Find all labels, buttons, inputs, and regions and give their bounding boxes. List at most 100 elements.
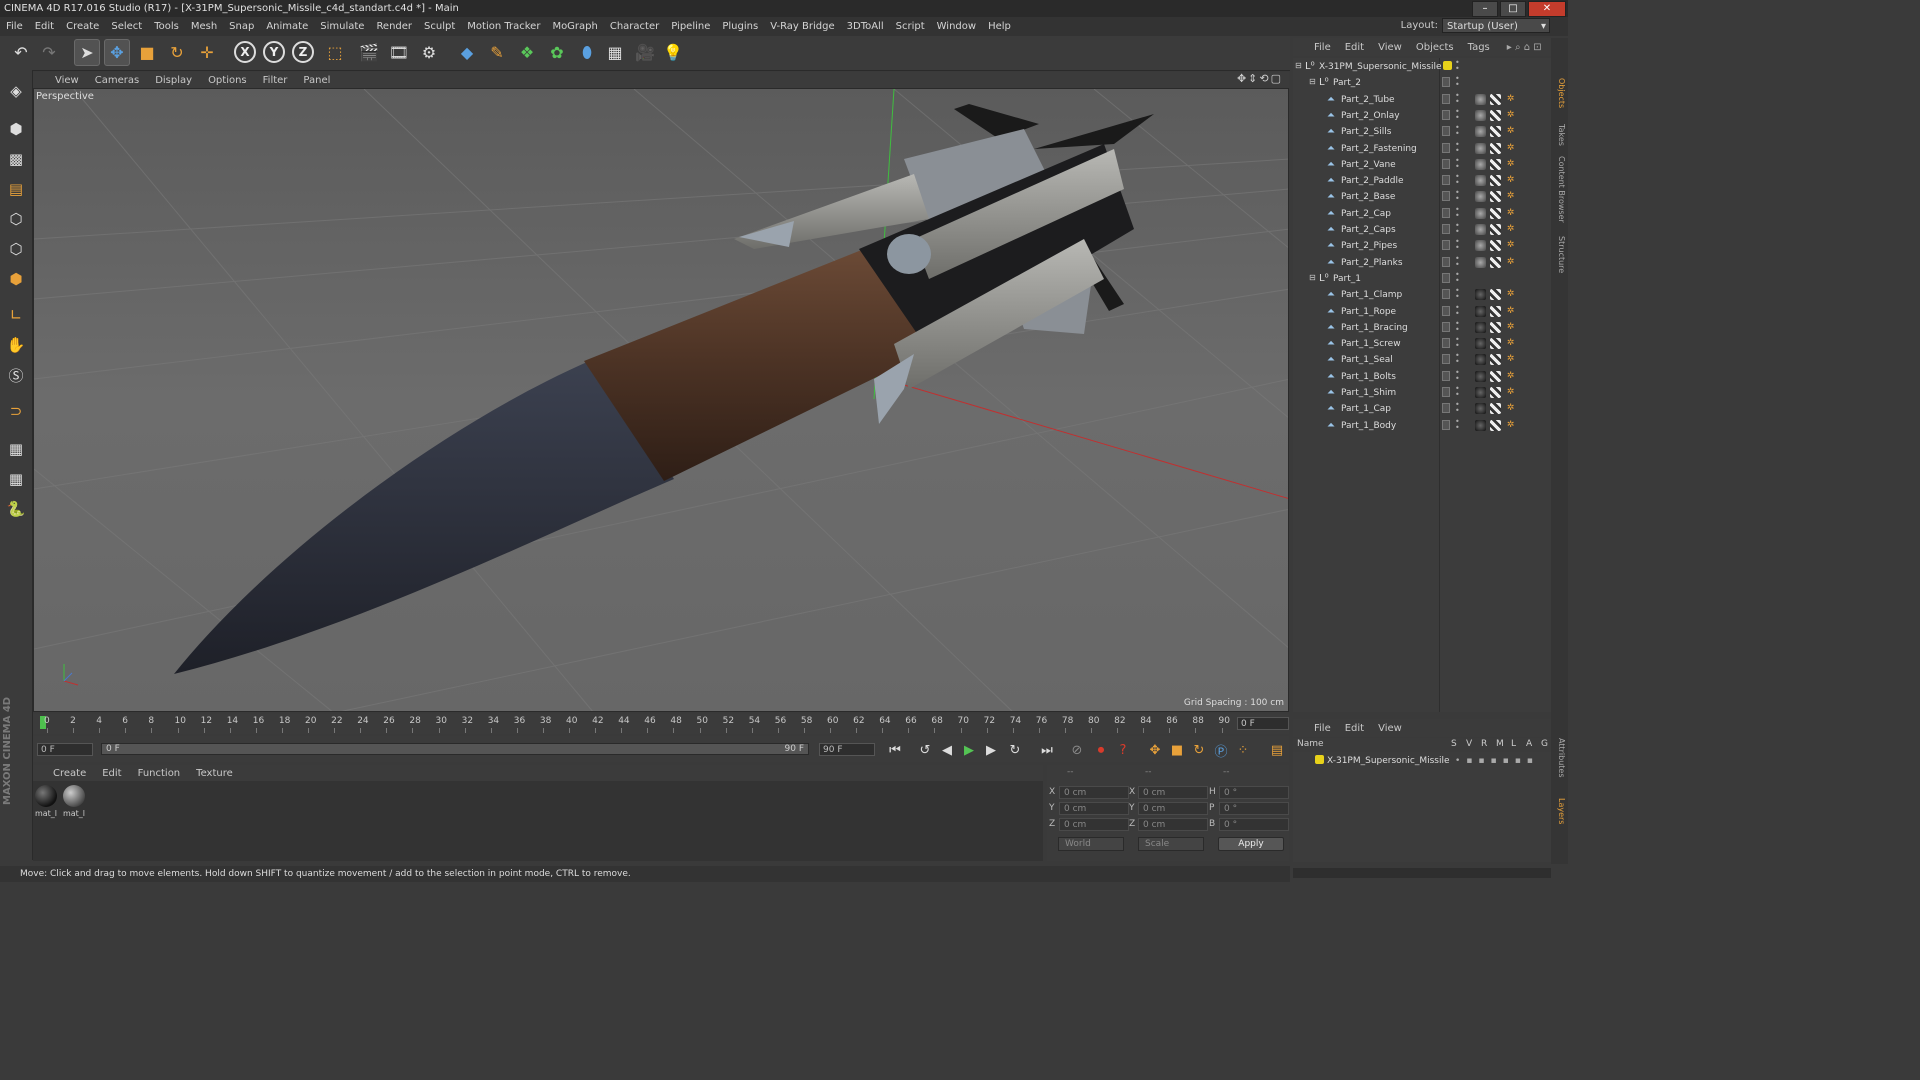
viewport-menu-item[interactable]: View [47,75,87,86]
menu-item[interactable]: V-Ray Bridge [764,21,840,32]
menu-item[interactable]: Select [105,21,148,32]
visibility-dots-icon[interactable]: • • [1455,401,1460,415]
phong-tag-icon[interactable]: ✲ [1505,322,1516,333]
visibility-dots-icon[interactable]: • • [1455,59,1460,73]
size-field[interactable]: 0 cm [1138,786,1208,799]
size-field[interactable]: 0 cm [1138,802,1208,815]
object-row[interactable]: ⏶ Part_2_Onlay • • ✲ [1293,107,1551,124]
display-tag-icon[interactable] [1442,109,1450,120]
start-frame-field[interactable]: 0 F [37,743,93,756]
tweak-mode-icon[interactable]: ✋ [3,332,29,358]
material-swatch[interactable]: mat_l [34,785,58,818]
uvw-tag-icon[interactable] [1490,370,1501,382]
object-row[interactable]: ⏶ Part_1_Seal • • ✲ [1293,352,1551,368]
object-row[interactable]: ⏶ Part_1_Rope • • ✲ [1293,303,1551,320]
prev-key-icon[interactable]: ↺ [915,740,935,760]
z-axis-button[interactable]: Z [292,41,314,63]
key-scale-icon[interactable]: ■ [1167,740,1187,760]
layer-color-icon[interactable] [1443,61,1452,70]
viewport-menu-item[interactable]: Options [200,75,255,86]
phong-tag-icon[interactable]: ✲ [1505,240,1516,251]
autokey-icon[interactable]: ? [1113,740,1133,760]
layout-select[interactable]: Startup (User) ▾ [1442,18,1550,33]
object-row[interactable]: ⏶ Part_1_Bolts • • ✲ [1293,368,1551,385]
material-tag-icon[interactable] [1475,126,1486,138]
material-tag-icon[interactable] [1475,321,1486,333]
material-tag-icon[interactable] [1475,419,1486,431]
object-row[interactable]: ⏶ Part_2_Pipes • • ✲ [1293,238,1551,254]
visibility-dots-icon[interactable]: • • [1455,156,1460,170]
visibility-dots-icon[interactable]: • • [1455,91,1460,105]
end-frame-field[interactable]: 90 F [819,743,875,756]
object-row[interactable]: ⏶ Part_2_Sills • • ✲ [1293,124,1551,140]
phong-tag-icon[interactable]: ✲ [1505,175,1516,186]
array-icon[interactable]: ✿ [544,39,570,66]
visibility-dots-icon[interactable]: • • [1455,124,1460,138]
phong-tag-icon[interactable]: ✲ [1505,208,1516,219]
material-tag-icon[interactable] [1475,158,1486,170]
visibility-dots-icon[interactable]: • • [1455,140,1460,154]
snap-icon[interactable]: Ⓢ [3,362,29,388]
uvw-tag-icon[interactable] [1490,419,1501,431]
minimize-button[interactable]: – [1472,1,1498,17]
scale-tool-icon[interactable]: ■ [134,39,160,66]
material-tag-icon[interactable] [1475,207,1486,219]
render-settings-icon[interactable]: ⚙ [416,39,442,66]
visibility-dots-icon[interactable]: • • [1455,238,1460,252]
menu-item[interactable]: Motion Tracker [461,21,546,32]
object-row[interactable]: ⏶ Part_1_Cap • • ✲ [1293,401,1551,417]
points-mode-icon[interactable]: ⬡ [3,206,29,232]
object-row[interactable]: ⏶ Part_2_Fastening • • ✲ [1293,140,1551,157]
uvw-tag-icon[interactable] [1490,224,1501,235]
material-menu-item[interactable]: Function [130,768,189,779]
phong-tag-icon[interactable]: ✲ [1505,338,1516,349]
object-row[interactable]: ⏶ Part_2_Vane • • ✲ [1293,156,1551,173]
material-tag-icon[interactable] [1475,224,1486,235]
visibility-dots-icon[interactable]: • • [1455,368,1460,382]
light-icon[interactable]: 💡 [660,39,686,66]
layer-menu-item[interactable]: File [1307,723,1338,734]
phong-tag-icon[interactable]: ✲ [1505,126,1516,137]
viewport-nav-icons[interactable]: ✥⇕⟲▢ [1237,72,1283,85]
position-field[interactable]: 0 cm [1059,802,1129,815]
prev-frame-icon[interactable]: ◀ [937,740,957,760]
layer-flags-icon[interactable]: •▪▪▪▪▪▪ [1455,756,1539,766]
next-key-icon[interactable]: ↻ [1005,740,1025,760]
object-menu-item[interactable]: File [1307,42,1338,53]
rotate-tool-icon[interactable]: ↻ [164,39,190,66]
goto-end-icon[interactable]: ⏭ [1037,740,1057,760]
camera-icon[interactable]: 🎥 [632,39,658,66]
object-menu-item[interactable]: Objects [1409,42,1461,53]
uvw-tag-icon[interactable] [1490,305,1501,317]
uvw-tag-icon[interactable] [1490,142,1501,154]
position-field[interactable]: 0 cm [1059,818,1129,831]
uvw-tag-icon[interactable] [1490,126,1501,138]
collapse-toggle-icon[interactable]: ⊟ [1295,61,1302,70]
material-tag-icon[interactable] [1475,289,1486,301]
viewport-menu-item[interactable]: Panel [295,75,338,86]
side-tab[interactable]: Attributes [1557,738,1566,778]
phong-tag-icon[interactable]: ✲ [1505,289,1516,300]
object-row[interactable]: ⏶ Part_2_Tube • • ✲ [1293,91,1551,108]
visibility-dots-icon[interactable]: • • [1455,75,1460,89]
phong-tag-icon[interactable]: ✲ [1505,420,1516,431]
material-tag-icon[interactable] [1475,305,1486,317]
render-view-icon[interactable]: 🎬 [356,39,382,66]
menu-item[interactable]: Plugins [716,21,764,32]
layer-row[interactable]: X-31PM_Supersonic_Missile •▪▪▪▪▪▪ [1293,753,1551,769]
menu-item[interactable]: Render [370,21,418,32]
live-select-icon[interactable]: ✛ [194,39,220,66]
phong-tag-icon[interactable]: ✲ [1505,110,1516,121]
material-tag-icon[interactable] [1475,256,1486,268]
object-row[interactable]: ⏶ Part_2_Caps • • ✲ [1293,222,1551,238]
visibility-dots-icon[interactable]: • • [1455,189,1460,203]
material-swatch[interactable]: mat_l [62,785,86,818]
lock-workplane-icon[interactable]: ▦ [3,436,29,462]
phong-tag-icon[interactable]: ✲ [1505,371,1516,382]
undo-icon[interactable]: ↶ [8,39,34,66]
object-menu-item[interactable]: View [1371,42,1409,53]
coordinate-mode-dropdown[interactable]: Scale [1138,837,1204,851]
display-tag-icon[interactable] [1442,93,1450,104]
phong-tag-icon[interactable]: ✲ [1505,94,1516,105]
display-tag-icon[interactable] [1442,142,1450,153]
